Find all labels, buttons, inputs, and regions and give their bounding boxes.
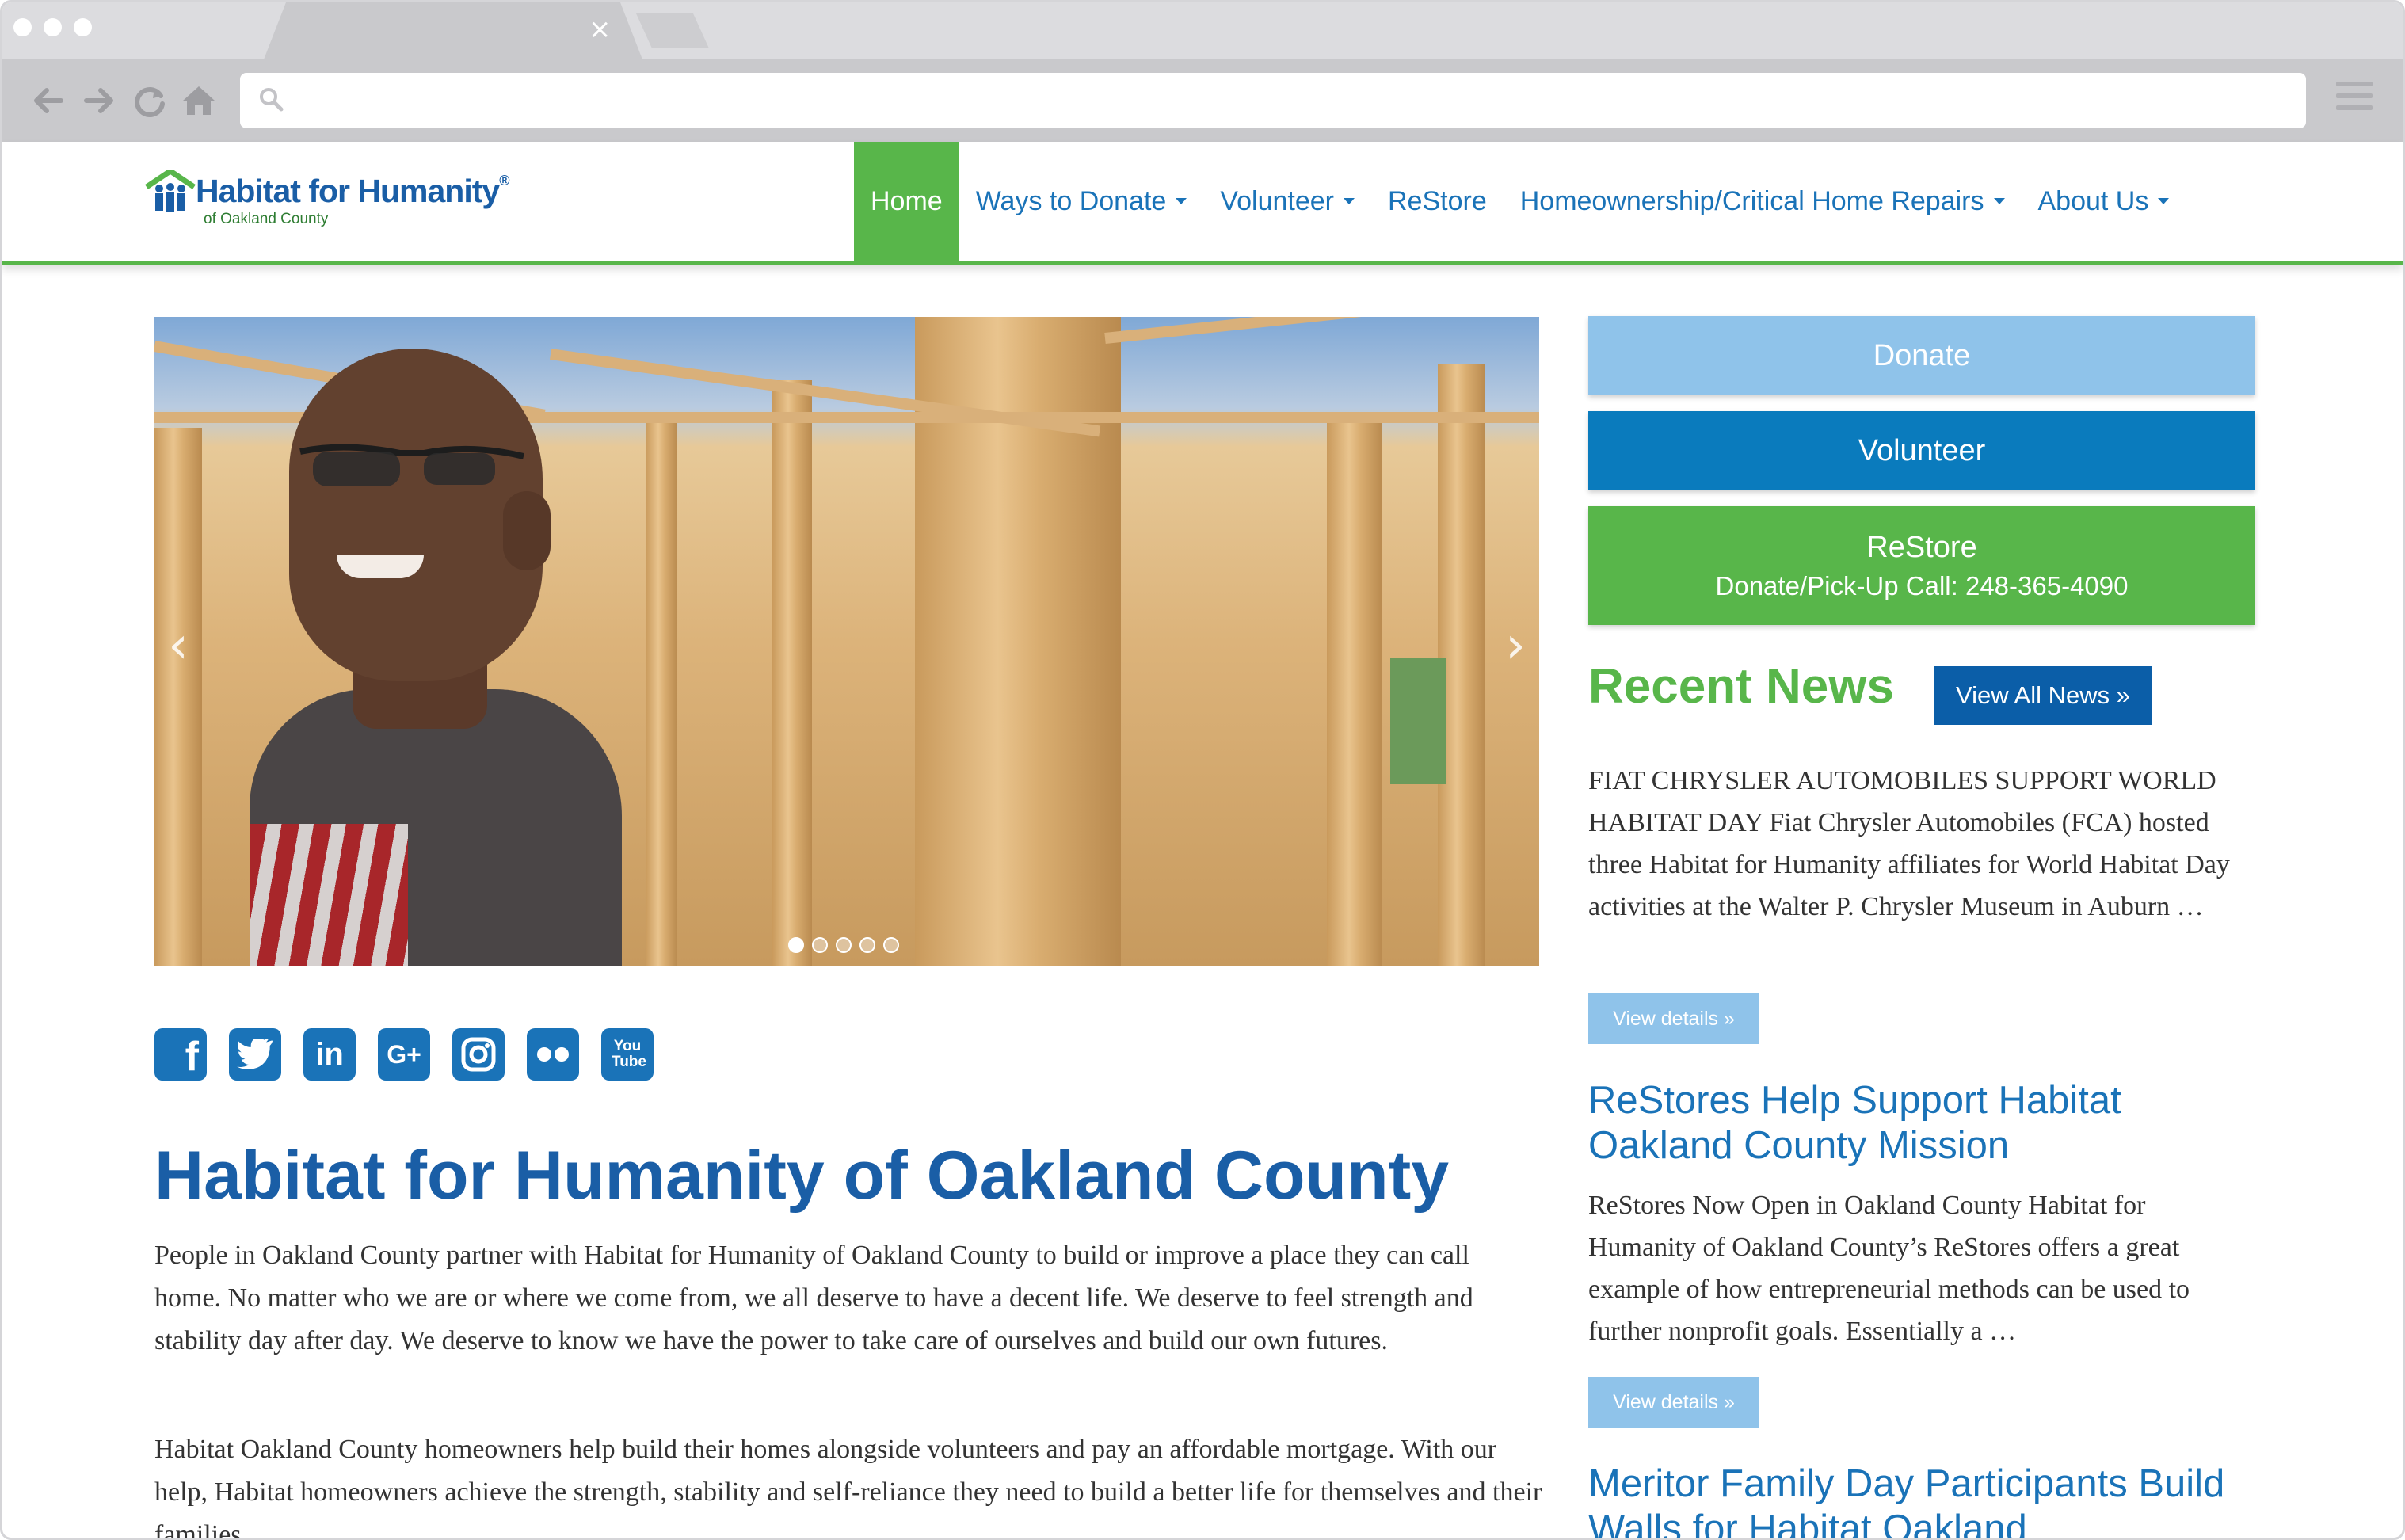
window-close-dot[interactable] (13, 18, 32, 36)
view-all-news-button[interactable]: View All News » (1934, 666, 2152, 725)
lumber-post (1327, 412, 1382, 966)
view-details-button[interactable]: View details » (1588, 993, 1759, 1044)
lumber-post (772, 380, 812, 966)
habitat-logo[interactable]: Habitat for Humanity® of Oakland County (145, 170, 525, 233)
habitat-house-people-icon (145, 170, 196, 212)
instagram-icon[interactable] (452, 1028, 505, 1081)
nav-home[interactable]: Home (854, 142, 959, 261)
logo-name: Habitat for Humanity® (196, 173, 509, 209)
lumber-post (154, 428, 202, 966)
browser-menu-icon[interactable] (2336, 82, 2373, 118)
tab-bar: × (2, 2, 2403, 59)
flickr-icon[interactable] (527, 1028, 579, 1081)
person-ear (503, 491, 551, 570)
browser-toolbar (2, 59, 2403, 142)
site-header: Habitat for Humanity® of Oakland County … (2, 142, 2403, 265)
intro-paragraph: People in Oakland County partner with Ha… (154, 1241, 1473, 1355)
caret-down-icon (1176, 198, 1187, 204)
new-tab-button[interactable] (636, 13, 709, 48)
main-nav: Home Ways to Donate Volunteer ReStore Ho… (854, 142, 2186, 261)
facebook-icon[interactable]: f (154, 1028, 207, 1081)
reload-icon[interactable] (128, 78, 172, 123)
linkedin-icon[interactable]: in (303, 1028, 356, 1081)
window-opening (1390, 658, 1446, 784)
youtube-icon[interactable]: You Tube (601, 1028, 654, 1081)
carousel-dot[interactable] (859, 937, 875, 953)
nav-about-us[interactable]: About Us (2022, 142, 2186, 261)
news-title-link[interactable]: ReStores Help Support Habitat Oakland Co… (1588, 1078, 2255, 1168)
address-bar[interactable] (240, 73, 2306, 128)
person-smile (337, 555, 424, 578)
window-minimize-dot[interactable] (44, 18, 62, 36)
restore-button[interactable]: ReStore Donate/Pick-Up Call: 248-365-409… (1588, 506, 2255, 625)
nav-volunteer[interactable]: Volunteer (1203, 142, 1371, 261)
view-details-button[interactable]: View details » (1588, 1377, 1759, 1428)
shirt-flag-print (250, 824, 408, 966)
twitter-icon[interactable] (229, 1028, 281, 1081)
homeowners-paragraph: Habitat Oakland County homeowners help b… (154, 1435, 1542, 1540)
carousel-dot[interactable] (883, 937, 899, 953)
browser-window: × Habitat for Humanity® of Oakland Count… (0, 0, 2405, 1540)
nav-restore[interactable]: ReStore (1371, 142, 1504, 261)
news-excerpt: FIAT CHRYSLER AUTOMOBILES SUPPORT WORLD … (1588, 766, 2230, 921)
page-title: Habitat for Humanity of Oakland County (154, 1138, 1450, 1214)
carousel-prev-arrow-icon[interactable]: ‹ (154, 618, 202, 673)
caret-down-icon (1993, 198, 2005, 204)
logo-subtitle: of Oakland County (204, 211, 329, 227)
lumber-rafter (1104, 317, 1539, 344)
carousel-dot[interactable] (788, 937, 804, 953)
forward-arrow-icon[interactable] (77, 78, 121, 123)
donate-button[interactable]: Donate (1588, 316, 2255, 395)
recent-news-heading: Recent News (1588, 659, 1894, 714)
caret-down-icon (1344, 198, 1355, 204)
sunglasses-icon (299, 444, 524, 486)
carousel-next-arrow-icon[interactable]: › (1492, 618, 1539, 673)
google-plus-icon[interactable]: G+ (378, 1028, 430, 1081)
window-zoom-dot[interactable] (74, 18, 92, 36)
nav-homeownership[interactable]: Homeownership/Critical Home Repairs (1504, 142, 2022, 261)
carousel-dot[interactable] (812, 937, 828, 953)
caret-down-icon (2158, 198, 2170, 204)
browser-tab[interactable] (264, 2, 642, 59)
tab-close-icon[interactable]: × (589, 13, 612, 45)
nav-ways-to-donate[interactable]: Ways to Donate (959, 142, 1204, 261)
home-icon[interactable] (177, 78, 221, 123)
search-icon (260, 88, 284, 112)
carousel-dot[interactable] (836, 937, 852, 953)
carousel-indicators (788, 937, 899, 953)
hero-carousel[interactable]: ‹ › (154, 317, 1539, 966)
news-title-link[interactable]: Meritor Family Day Participants Build Wa… (1588, 1462, 2255, 1538)
lumber-post (646, 412, 677, 966)
volunteer-button[interactable]: Volunteer (1588, 411, 2255, 490)
news-excerpt: ReStores Now Open in Oakland County Habi… (1588, 1191, 2190, 1346)
social-links: f in G+ You Tube (154, 1028, 654, 1081)
back-arrow-icon[interactable] (26, 78, 71, 123)
